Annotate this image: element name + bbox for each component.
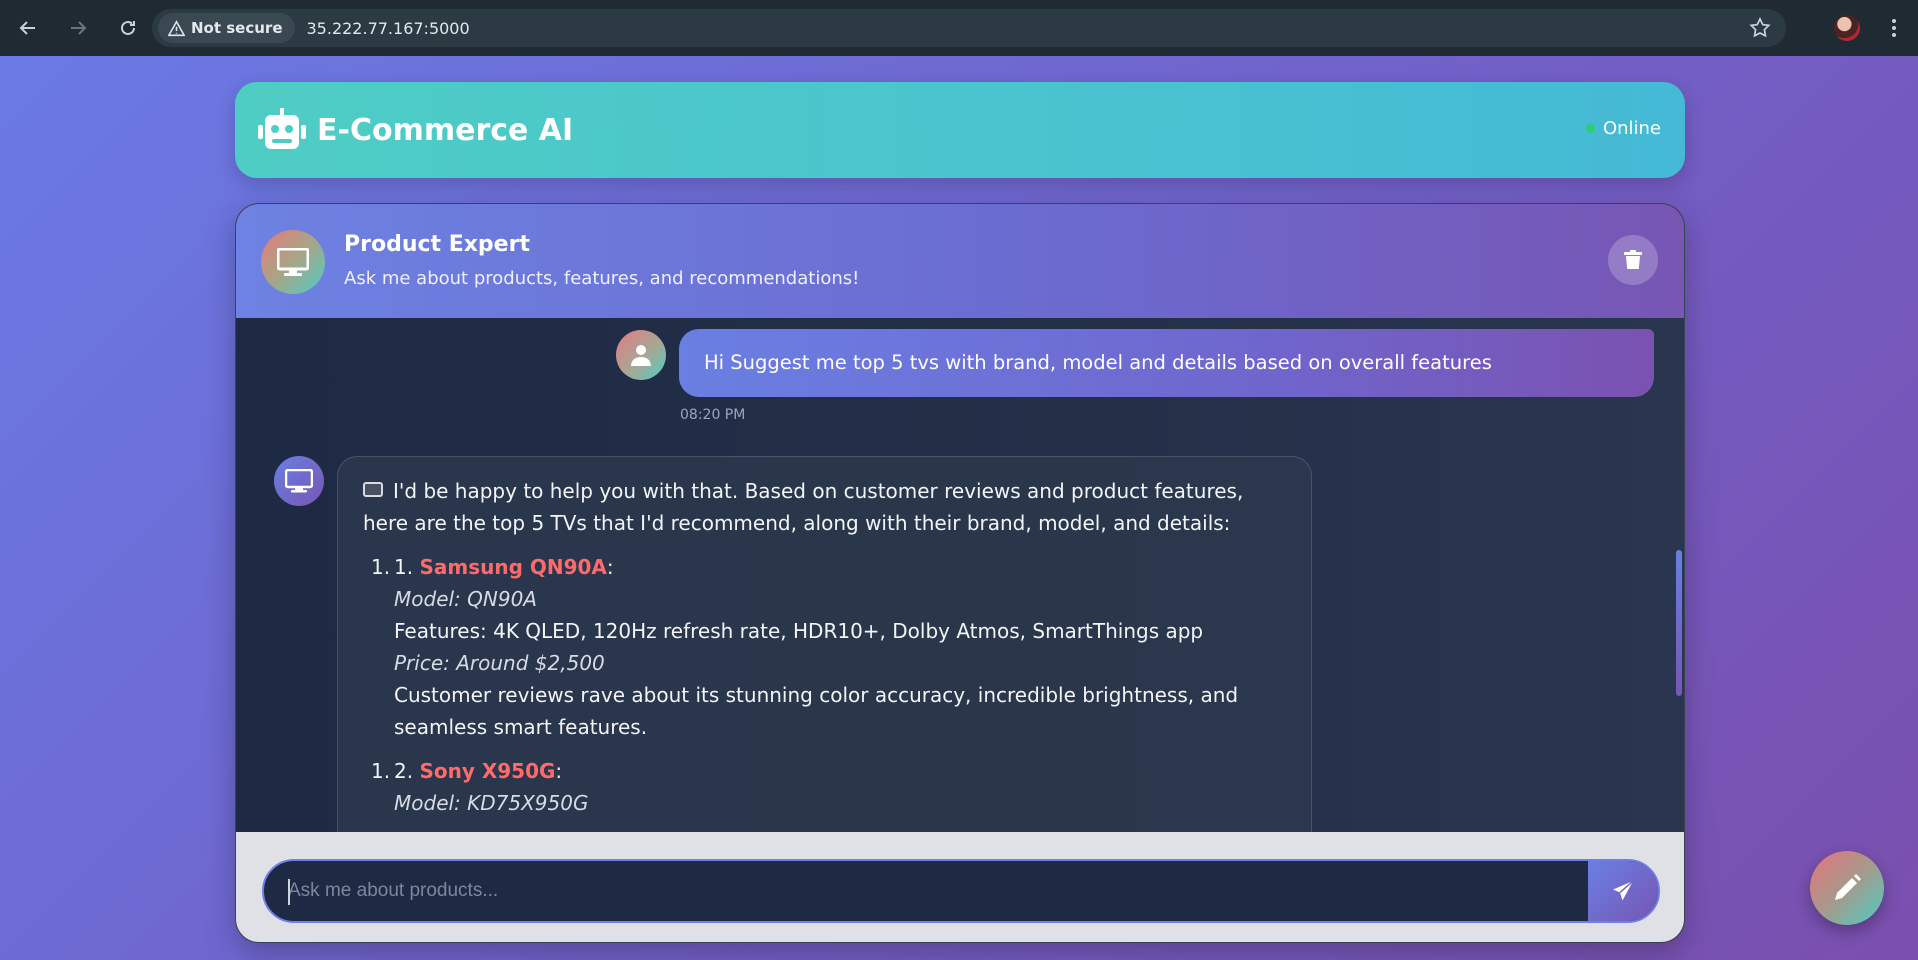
security-label: Not secure bbox=[191, 19, 283, 37]
pencil-icon bbox=[1835, 874, 1861, 900]
product-review: Customer reviews rave about its stunning… bbox=[394, 683, 1239, 739]
chat-input[interactable] bbox=[264, 861, 1594, 921]
message-list[interactable]: Hi Suggest me top 5 tvs with brand, mode… bbox=[236, 318, 1684, 832]
url-text[interactable]: 35.222.77.167:5000 bbox=[307, 19, 470, 38]
bot-intro: I'd be happy to help you with that. Base… bbox=[363, 475, 1286, 539]
security-chip[interactable]: Not secure bbox=[158, 13, 295, 43]
message-timestamp: 08:20 PM bbox=[680, 407, 746, 423]
back-arrow-icon[interactable] bbox=[6, 6, 50, 50]
list-marker: 1. bbox=[371, 759, 391, 783]
address-bar[interactable]: Not secure 35.222.77.167:5000 bbox=[152, 9, 1786, 47]
monitor-icon bbox=[285, 469, 313, 493]
status-label: Online bbox=[1602, 118, 1661, 139]
clear-chat-button[interactable] bbox=[1608, 235, 1658, 285]
robot-icon bbox=[258, 108, 306, 149]
user-icon bbox=[631, 345, 651, 366]
forward-arrow-icon[interactable] bbox=[56, 6, 100, 50]
chat-input-wrapper bbox=[262, 859, 1660, 923]
expert-name: Product Expert bbox=[344, 232, 530, 257]
monitor-icon bbox=[277, 248, 309, 276]
status-dot bbox=[1585, 124, 1595, 133]
user-avatar bbox=[616, 330, 666, 380]
list-item: 1. 1. Samsung QN90A: Model: QN90A Featur… bbox=[363, 551, 1286, 743]
product-model: Model: KD75X950G bbox=[394, 791, 589, 815]
input-area bbox=[236, 832, 1684, 942]
list-item: 1. 2. Sony X950G: Model: KD75X950G bbox=[363, 755, 1286, 819]
expert-avatar bbox=[261, 230, 325, 294]
reload-icon[interactable] bbox=[106, 6, 150, 50]
product-name: Samsung QN90A bbox=[419, 555, 607, 579]
product-name: Sony X950G bbox=[419, 759, 556, 783]
product-number: 1. bbox=[394, 555, 414, 579]
profile-avatar[interactable] bbox=[1834, 15, 1860, 41]
warning-icon bbox=[168, 19, 185, 36]
list-marker: 1. bbox=[371, 555, 391, 579]
bot-avatar bbox=[274, 456, 324, 506]
user-message: Hi Suggest me top 5 tvs with brand, mode… bbox=[679, 329, 1654, 397]
expert-subtitle: Ask me about products, features, and rec… bbox=[344, 268, 860, 289]
tv-emoji-icon bbox=[363, 482, 383, 497]
trash-icon bbox=[1624, 250, 1642, 269]
product-number: 2. bbox=[394, 759, 414, 783]
product-features: Features: 4K QLED, 120Hz refresh rate, H… bbox=[394, 619, 1204, 643]
browser-toolbar: Not secure 35.222.77.167:5000 bbox=[0, 0, 1918, 56]
app-header: E-Commerce AI Online bbox=[235, 82, 1685, 178]
text-caret bbox=[288, 879, 290, 905]
status-indicator: Online bbox=[1585, 118, 1661, 139]
kebab-menu-icon[interactable] bbox=[1880, 14, 1908, 42]
scrollbar-thumb[interactable] bbox=[1676, 550, 1682, 696]
product-price: Price: Around $2,500 bbox=[394, 651, 605, 675]
bot-message: I'd be happy to help you with that. Base… bbox=[337, 456, 1312, 832]
app-title: E-Commerce AI bbox=[317, 112, 574, 148]
compose-fab[interactable] bbox=[1810, 851, 1884, 925]
bot-intro-text: I'd be happy to help you with that. Base… bbox=[363, 479, 1244, 535]
send-button[interactable] bbox=[1588, 861, 1658, 921]
product-model: Model: QN90A bbox=[394, 587, 537, 611]
paper-plane-icon bbox=[1613, 880, 1634, 901]
chat-header: Product Expert Ask me about products, fe… bbox=[236, 204, 1684, 318]
bookmark-star-icon[interactable] bbox=[1748, 16, 1772, 40]
chat-container: Product Expert Ask me about products, fe… bbox=[235, 203, 1685, 943]
